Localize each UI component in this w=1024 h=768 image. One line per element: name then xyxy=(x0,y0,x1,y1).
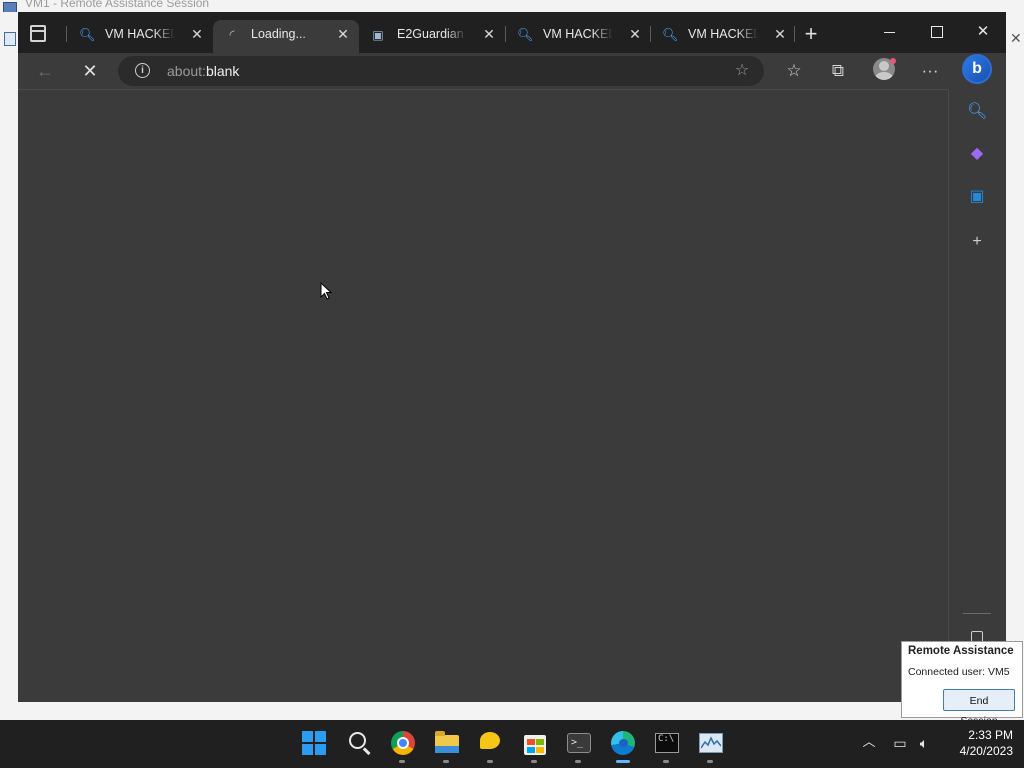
site-info-icon[interactable]: i xyxy=(135,63,150,78)
tab-label: VM HACKED OF xyxy=(105,27,175,41)
terminal-icon: >_ xyxy=(567,733,591,753)
tab-e2guardian[interactable]: ▣ E2Guardian - A ✕ xyxy=(359,20,505,53)
settings-more-icon[interactable]: ··· xyxy=(918,59,942,83)
search-icon xyxy=(349,732,366,749)
search-icon[interactable]: 🔍︎ xyxy=(967,102,987,122)
address-url[interactable]: about:blank xyxy=(167,63,239,79)
page-content-area[interactable] xyxy=(18,89,949,702)
edge-icon xyxy=(611,731,635,755)
favorites-icon[interactable]: ☆ xyxy=(782,59,806,83)
clock-date: 4/20/2023 xyxy=(959,744,1013,758)
taskbar-search-button[interactable] xyxy=(345,729,373,757)
taskbar-edge[interactable] xyxy=(609,729,637,763)
bing-chat-icon[interactable]: b xyxy=(962,54,992,84)
taskbar-chat-app[interactable] xyxy=(477,729,505,763)
file-explorer-icon xyxy=(435,731,459,753)
page-icon: ▣ xyxy=(372,28,384,42)
host-toolbar-icon xyxy=(4,32,16,46)
add-favorite-icon[interactable]: ☆ xyxy=(732,61,752,81)
tab-actions-icon xyxy=(30,25,46,42)
tab-vm-hacked-2[interactable]: 🔍︎ VM HACKED OF ✕ xyxy=(505,20,651,53)
taskbar-file-explorer[interactable] xyxy=(433,729,461,763)
clock-time: 2:33 PM xyxy=(968,728,1013,742)
copilot-icon[interactable]: ◆ xyxy=(967,144,987,164)
close-window-button[interactable]: ✕ xyxy=(968,22,998,42)
running-indicator xyxy=(487,760,493,763)
new-tab-button[interactable]: + xyxy=(800,23,822,46)
url-host: blank xyxy=(205,63,240,79)
edge-sidebar: b 🔍︎ ◆ ▣ + xyxy=(949,53,1006,702)
taskbar-chrome[interactable] xyxy=(389,729,417,763)
end-session-button[interactable]: End Session xyxy=(943,689,1015,727)
back-button[interactable]: ← xyxy=(34,60,56,82)
taskbar-microsoft-store[interactable] xyxy=(521,729,549,763)
command-prompt-icon: C:\ xyxy=(655,733,679,753)
host-window-title: VM1 - Remote Assistance Session xyxy=(25,0,210,10)
tab-loading[interactable]: ◜ Loading... ✕ xyxy=(213,20,359,53)
chrome-icon xyxy=(391,731,415,755)
tab-close-icon[interactable]: ✕ xyxy=(627,26,643,42)
connected-user-text: Connected user: VM5 xyxy=(908,666,1010,678)
tab-separator xyxy=(794,26,795,42)
remote-assistance-panel: Remote Assistance Connected user: VM5 En… xyxy=(901,641,1023,727)
running-indicator xyxy=(443,760,449,763)
windows-start-icon xyxy=(302,731,326,755)
maximize-button[interactable] xyxy=(922,22,952,42)
outlook-icon[interactable]: ▣ xyxy=(967,187,987,207)
active-indicator xyxy=(616,760,630,763)
search-icon: 🔍︎ xyxy=(517,27,534,42)
profile-notification-badge xyxy=(890,58,896,64)
taskbar-terminal[interactable]: >_ xyxy=(565,729,593,763)
tab-strip: 🔍︎ VM HACKED OF ✕ ◜ Loading... ✕ ▣ E2Gua… xyxy=(18,12,1006,53)
tab-label: E2Guardian - A xyxy=(397,27,467,41)
host-window-titlebar: VM1 - Remote Assistance Session xyxy=(0,0,1024,14)
tab-label: VM HACKED OF xyxy=(688,27,758,41)
tab-close-icon[interactable]: ✕ xyxy=(772,26,788,42)
taskbar-performance-monitor[interactable] xyxy=(697,729,725,763)
search-icon: 🔍︎ xyxy=(662,27,679,42)
show-hidden-icons-chevron-icon[interactable]: ︿ xyxy=(861,734,877,750)
running-indicator xyxy=(531,760,537,763)
volume-icon[interactable]: 🔈︎ xyxy=(915,734,933,752)
tab-vm-hacked-3[interactable]: 🔍︎ VM HACKED OF ✕ xyxy=(650,20,796,53)
host-window-right-edge: ✕ xyxy=(1006,12,1024,718)
host-window-bottom-edge xyxy=(0,702,1024,720)
running-indicator xyxy=(663,760,669,763)
add-icon[interactable]: + xyxy=(967,232,987,252)
tab-close-icon[interactable]: ✕ xyxy=(335,26,351,42)
loading-spinner-icon: ◜ xyxy=(229,27,235,42)
stop-loading-button[interactable]: ✕ xyxy=(79,60,101,82)
navigation-toolbar: ← ✕ i about:blank ☆ ☆ ⧉ ··· xyxy=(18,53,1006,89)
network-icon[interactable]: ▭ xyxy=(891,734,909,752)
tab-label: Loading... xyxy=(251,27,306,41)
taskbar: >_ C:\ ︿ ▭ 🔈︎ 2:33 PM 4/20/2023 xyxy=(0,720,1024,768)
windows-start-button[interactable] xyxy=(300,729,328,757)
tab-actions-menu-button[interactable] xyxy=(28,24,46,42)
minimize-button[interactable] xyxy=(875,22,905,42)
tab-vm-hacked-1[interactable]: 🔍︎ VM HACKED OF ✕ xyxy=(67,20,213,53)
host-window-left-edge xyxy=(0,12,18,718)
sidebar-divider xyxy=(963,613,991,614)
tab-label: VM HACKED OF xyxy=(543,27,613,41)
edge-browser-window: 🔍︎ VM HACKED OF ✕ ◜ Loading... ✕ ▣ E2Gua… xyxy=(18,12,1006,702)
taskbar-command-prompt[interactable]: C:\ xyxy=(653,729,681,763)
tab-close-icon[interactable]: ✕ xyxy=(189,26,205,42)
tab-close-icon[interactable]: ✕ xyxy=(481,26,497,42)
host-close-icon[interactable]: ✕ xyxy=(1010,30,1022,47)
running-indicator xyxy=(399,760,405,763)
search-icon: 🔍︎ xyxy=(79,27,96,42)
url-scheme: about: xyxy=(167,63,206,79)
running-indicator xyxy=(575,760,581,763)
performance-monitor-icon xyxy=(699,733,723,753)
system-clock[interactable]: 2:33 PM 4/20/2023 xyxy=(943,727,1013,759)
running-indicator xyxy=(707,760,713,763)
collections-icon[interactable]: ⧉ xyxy=(826,59,850,83)
address-bar[interactable]: i about:blank ☆ xyxy=(118,56,764,86)
microsoft-store-icon xyxy=(524,735,546,755)
chat-app-icon xyxy=(480,732,500,749)
remote-assistance-title: Remote Assistance xyxy=(908,645,1014,657)
